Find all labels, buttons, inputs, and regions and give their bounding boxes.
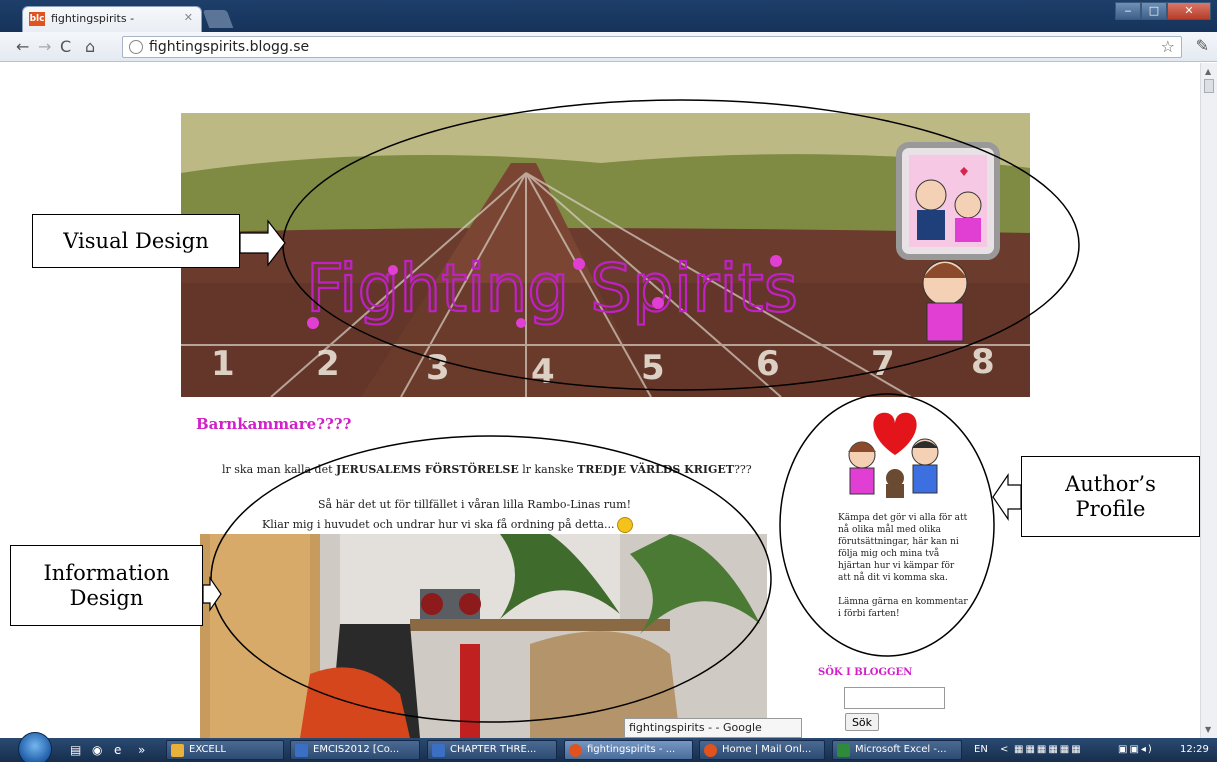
taskbar-tooltip: fightingspirits - - Google Chrome [624, 718, 802, 752]
more-icon[interactable]: » [138, 743, 145, 757]
track-number: 1 [211, 344, 235, 384]
search-button[interactable]: Sök [845, 713, 879, 731]
tray-expand-icon[interactable]: < [1000, 738, 1008, 762]
search-heading: SÖK I BLOGGEN [818, 667, 913, 678]
author-bio: Kämpa det gör vi alla för att nå olika m… [838, 513, 968, 583]
taskbar-item-label: CHAPTER THRE... [450, 744, 537, 755]
windows-taskbar: ▤ ◉ e » EXCELL EMCIS2012 [Co... CHAPTER … [0, 732, 1217, 762]
minimize-button[interactable]: ‒ [1115, 2, 1141, 20]
post-emphasis: JERUSALEMS FÖRSTÖRELSE [336, 463, 519, 476]
wrench-menu-icon[interactable]: ✎ [1196, 36, 1209, 55]
scroll-down-icon[interactable]: ▼ [1205, 725, 1211, 734]
blogg-favicon-icon: blc [29, 12, 45, 26]
address-bar[interactable]: fightingspirits.blogg.se ☆ [122, 36, 1182, 58]
taskbar-item[interactable]: Microsoft Excel -... [832, 740, 962, 760]
taskbar-item-label: fightingspirits - ... [587, 744, 676, 755]
tray-icons-icon[interactable]: ▦▦▦▦▦▦ [1014, 738, 1083, 762]
visual-design-label: Visual Design [32, 214, 240, 268]
browser-toolbar: ← → C ⌂ fightingspirits.blogg.se ☆ ✎ [0, 32, 1217, 62]
taskbar-item[interactable]: fightingspirits - ... [564, 740, 693, 760]
post-text: Kliar mig i huvudet och undrar hur vi sk… [262, 518, 615, 531]
page-scrollbar[interactable]: ▲ ▼ [1200, 63, 1217, 738]
browser-tab[interactable]: blc fightingspirits - ✕ [22, 6, 202, 32]
word-icon [295, 744, 308, 757]
chrome-icon[interactable]: ◉ [92, 743, 102, 757]
taskbar-item[interactable]: CHAPTER THRE... [427, 740, 557, 760]
blog-search-input[interactable] [844, 687, 945, 709]
chrome-icon [704, 744, 717, 757]
post-title[interactable]: Barnkammare???? [196, 415, 351, 433]
maximize-button[interactable]: □ [1141, 2, 1167, 20]
globe-icon [129, 40, 143, 54]
quicklaunch-icon[interactable]: ▤ [70, 743, 81, 757]
window-titlebar: blc fightingspirits - ✕ ‒ □ ✕ [0, 0, 1217, 32]
language-indicator[interactable]: EN [974, 738, 988, 762]
tab-close-icon[interactable]: ✕ [184, 11, 193, 24]
post-text: ??? [734, 463, 752, 476]
scroll-thumb[interactable] [1204, 79, 1214, 93]
author-invite: Lämna gärna en kommentar i förbi farten! [838, 597, 968, 619]
post-intro-line: lr ska man kalla det JERUSALEMS FÖRSTÖRE… [222, 463, 752, 476]
volume-icon[interactable]: ▣▣◂) [1118, 738, 1154, 762]
thinking-smiley-icon [617, 517, 634, 533]
url-text: fightingspirits.blogg.se [149, 39, 310, 55]
clock[interactable]: 12:29 [1180, 738, 1209, 762]
close-button[interactable]: ✕ [1167, 2, 1211, 20]
post-emphasis: TREDJE VÄRLDS KRIGET [577, 463, 734, 476]
forward-arrow-icon[interactable]: → [38, 37, 51, 56]
taskbar-item-label: Home | Mail Onl... [722, 744, 812, 755]
chrome-icon [569, 744, 582, 757]
window-controls: ‒ □ ✕ [1115, 2, 1211, 22]
new-tab-button[interactable] [202, 10, 234, 28]
post-text-line: Så här det ut för tillfället i våran lil… [318, 498, 631, 511]
taskbar-item-label: EMCIS2012 [Co... [313, 744, 400, 755]
post-text: lr kanske [518, 463, 578, 476]
post-text: lr ska man kalla det [222, 463, 336, 476]
heart-icon [873, 412, 917, 455]
information-design-label: Information Design [10, 545, 203, 626]
system-tray: EN < ▦▦▦▦▦▦ ▣▣◂) 12:29 [968, 738, 1217, 762]
excel-icon [837, 744, 850, 757]
reload-icon[interactable]: C [60, 37, 71, 56]
track-number: 5 [641, 348, 665, 388]
taskbar-item[interactable]: EXCELL [166, 740, 284, 760]
track-number: 7 [871, 344, 895, 384]
authors-profile-label: Author’s Profile [1021, 456, 1200, 537]
blog-header-banner[interactable]: 1 2 3 4 5 6 7 8 Fighting Spirits [181, 113, 1030, 397]
taskbar-item[interactable]: EMCIS2012 [Co... [290, 740, 420, 760]
mirror-frame-icon [896, 142, 1000, 260]
scroll-up-icon[interactable]: ▲ [1205, 67, 1211, 76]
word-icon [432, 744, 445, 757]
tab-title: fightingspirits - [51, 12, 135, 25]
left-arrow-icon [992, 473, 1022, 521]
post-photo[interactable] [200, 534, 767, 738]
track-number: 8 [971, 342, 995, 382]
taskbar-item[interactable]: Home | Mail Onl... [699, 740, 825, 760]
track-number: 2 [316, 344, 340, 384]
author-description: Kämpa det gör vi alla för att nå olika m… [838, 512, 968, 620]
track-number: 4 [531, 352, 555, 392]
author-avatar [840, 410, 950, 502]
screen: blc fightingspirits - ✕ ‒ □ ✕ ← → C ⌂ fi… [0, 0, 1217, 762]
home-icon[interactable]: ⌂ [85, 37, 95, 56]
bookmark-star-icon[interactable]: ☆ [1161, 37, 1175, 56]
ie-icon[interactable]: e [114, 743, 121, 757]
blog-title: Fighting Spirits [306, 250, 798, 327]
track-number: 6 [756, 344, 780, 384]
back-arrow-icon[interactable]: ← [16, 37, 29, 56]
taskbar-item-label: Microsoft Excel -... [855, 744, 947, 755]
taskbar-item-label: EXCELL [189, 744, 226, 755]
start-button[interactable] [18, 732, 52, 762]
post-text-line: Kliar mig i huvudet och undrar hur vi sk… [262, 517, 634, 533]
folder-icon [171, 744, 184, 757]
track-number: 3 [426, 348, 450, 388]
